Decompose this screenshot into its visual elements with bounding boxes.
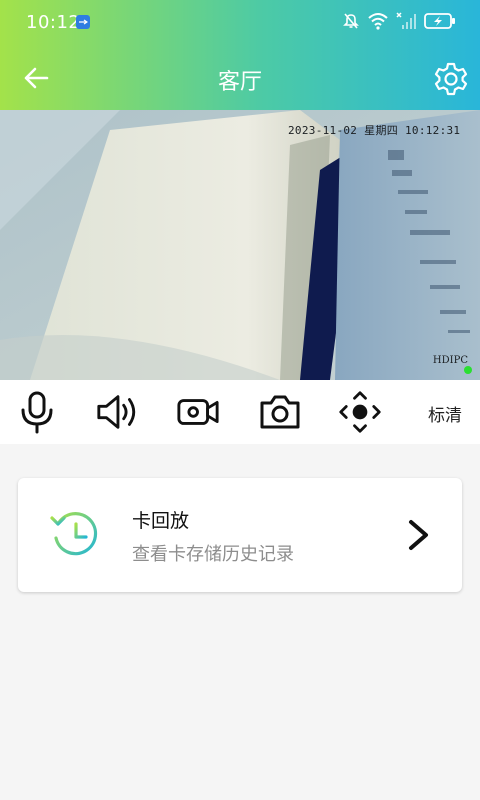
microphone-button[interactable]: [15, 390, 59, 434]
wifi-icon: [368, 12, 388, 34]
record-button[interactable]: [176, 390, 220, 434]
camera-video-feed[interactable]: 2023-11-02 星期四 10:12:31 HDIPC: [0, 110, 480, 380]
video-quality-toggle[interactable]: 标清: [428, 401, 462, 426]
video-record-icon: [177, 399, 219, 425]
snapshot-button[interactable]: [258, 390, 302, 434]
live-indicator-dot: [464, 366, 472, 374]
status-icons: [342, 12, 456, 34]
control-toolbar: 标清: [0, 380, 480, 444]
gear-icon: [434, 62, 468, 96]
card-title: 卡回放: [132, 510, 190, 532]
microphone-icon: [21, 391, 53, 434]
card-subtitle: 查看卡存储历史记录: [132, 544, 294, 565]
page-title: 客厅: [217, 70, 262, 95]
history-clock-icon: [50, 512, 98, 556]
speaker-button[interactable]: [95, 390, 139, 434]
cellular-signal-icon: [396, 12, 416, 34]
app-bar: 客厅: [0, 46, 480, 110]
battery-charging-icon: [424, 12, 456, 34]
osd-device-label: HDIPC: [432, 355, 468, 366]
status-bar: 10:12: [0, 0, 480, 46]
header: 10:12 客厅: [0, 0, 480, 110]
camera-icon: [260, 395, 300, 429]
usb-notification-icon: [76, 15, 90, 29]
chevron-right-icon: [409, 520, 428, 550]
ptz-direction-icon: [339, 391, 381, 433]
video-frame: [0, 110, 480, 380]
mute-icon: [342, 12, 360, 34]
settings-button[interactable]: [432, 60, 470, 98]
ptz-control-button[interactable]: [338, 390, 382, 434]
osd-timestamp: 2023-11-02 星期四 10:12:31: [288, 124, 461, 137]
speaker-icon: [97, 395, 136, 429]
card-playback-item[interactable]: 卡回放 查看卡存储历史记录: [18, 478, 462, 592]
status-time: 10:12: [26, 12, 81, 33]
